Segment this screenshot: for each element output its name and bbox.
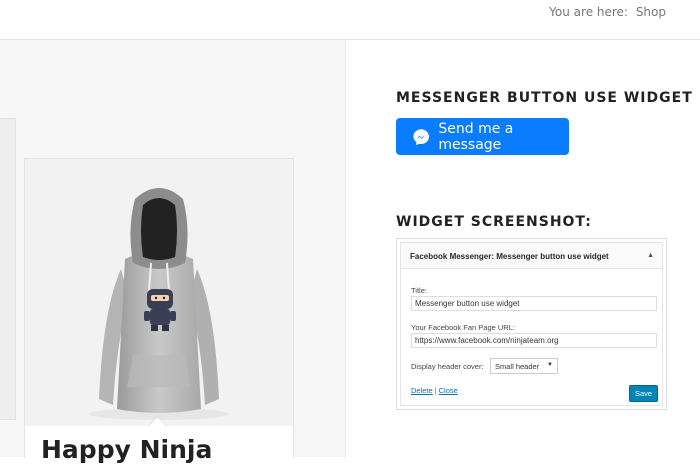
title-field-label: Title:: [411, 286, 427, 295]
url-field-label: Your Facebook Fan Page URL:: [411, 323, 515, 332]
breadcrumb-prefix: You are here:: [549, 5, 628, 19]
widget-title-messenger: MESSENGER BUTTON USE WIDGET: [396, 90, 693, 106]
title-field: Messenger button use widget: [411, 296, 657, 311]
sidebar-divider: [345, 40, 346, 457]
close-link: Close: [438, 386, 458, 395]
delete-link: Delete: [411, 386, 433, 395]
url-field: https://www.facebook.com/ninjateam.org: [411, 333, 657, 348]
send-message-button[interactable]: Send me a message: [396, 118, 569, 155]
widget-panel-links: Delete | Close: [411, 386, 458, 395]
product-card[interactable]: Happy Ninja: [24, 158, 294, 464]
collapse-arrow-icon: ▲: [647, 252, 654, 259]
cover-select: Small header ▼: [490, 358, 558, 374]
widget-screenshot: Facebook Messenger: Messenger button use…: [396, 238, 667, 410]
widget-panel-header: Facebook Messenger: Messenger button use…: [401, 243, 662, 269]
send-message-label: Send me a message: [438, 120, 514, 153]
dropdown-caret-icon: ▼: [547, 362, 553, 368]
widget-title-screenshot: WIDGET SCREENSHOT:: [396, 214, 592, 230]
product-image[interactable]: [25, 159, 293, 426]
top-bar: You are here: Shop: [0, 0, 700, 40]
breadcrumb-current[interactable]: Shop: [636, 5, 666, 19]
product-card-partial[interactable]: [0, 118, 16, 420]
cover-select-value: Small header: [495, 362, 540, 371]
save-button-image: Save: [629, 385, 658, 402]
widget-settings-panel: Facebook Messenger: Messenger button use…: [400, 242, 663, 406]
breadcrumb: You are here: Shop: [549, 5, 666, 19]
hoodie-illustration: [89, 188, 229, 420]
product-title[interactable]: Happy Ninja: [41, 435, 212, 464]
messenger-icon: [413, 128, 429, 145]
widget-panel-title: Facebook Messenger: Messenger button use…: [410, 252, 609, 261]
cover-select-label: Display header cover:: [411, 362, 484, 371]
